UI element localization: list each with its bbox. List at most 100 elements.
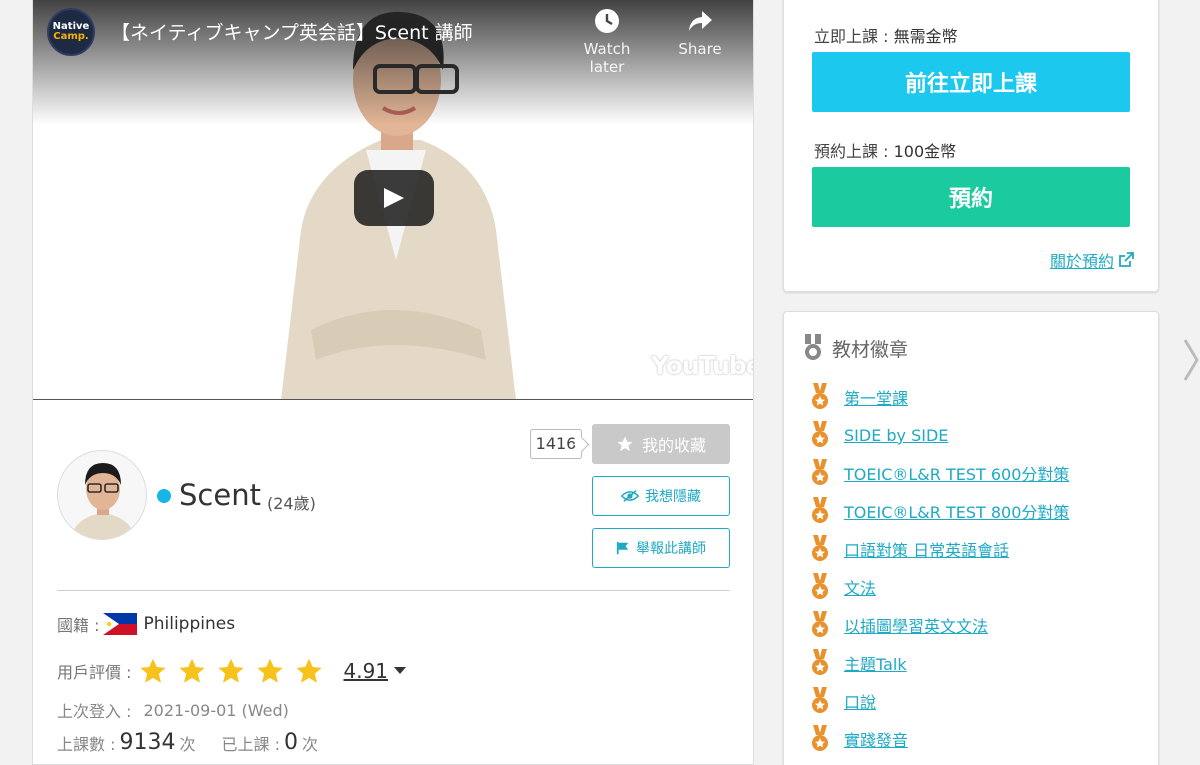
external-link-icon bbox=[1119, 252, 1134, 267]
reserve-button[interactable]: 預約 bbox=[812, 167, 1130, 227]
list-item: 口語對策 日常英語會話 bbox=[810, 530, 1069, 568]
badge-medal-icon bbox=[812, 649, 828, 675]
star-icon bbox=[179, 658, 206, 683]
report-teacher-button[interactable]: 舉報此講師 bbox=[592, 528, 730, 568]
list-item: 口說 bbox=[810, 682, 1069, 720]
lessons-label: 上課數 : bbox=[57, 734, 116, 754]
badge-medal-icon bbox=[812, 611, 828, 637]
nationality-label: 國籍 : bbox=[57, 616, 100, 635]
channel-logo[interactable]: Native Camp. bbox=[47, 8, 95, 56]
badge-medal-icon bbox=[812, 573, 828, 599]
online-status-indicator bbox=[157, 489, 171, 503]
rating-stars bbox=[139, 657, 323, 685]
list-item: SIDE by SIDE bbox=[810, 416, 1069, 454]
badge-link[interactable]: 以插圖學習英文文法 bbox=[844, 613, 988, 637]
list-item: 文法 bbox=[810, 568, 1069, 606]
taken-unit: 次 bbox=[301, 734, 318, 754]
favorite-button[interactable]: 我的收藏 bbox=[592, 424, 730, 464]
material-badges-card: 教材徽章 第一堂課 SIDE by SIDE TOEIC®L&R TEST 60… bbox=[783, 311, 1159, 765]
list-item: 主題Talk bbox=[810, 644, 1069, 682]
reserve-lesson-price: 預約上課 : 100金幣 bbox=[814, 138, 956, 162]
teacher-profile-panel: Native Camp. 【ネイティブキャンプ英会話】Scent 講師 Watc… bbox=[32, 0, 754, 765]
watch-later-button[interactable]: Watch later bbox=[572, 8, 642, 76]
last-login-row: 上次登入 : 2021-09-01 (Wed) bbox=[57, 698, 289, 722]
share-arrow-icon bbox=[689, 11, 712, 31]
lessons-unit: 次 bbox=[179, 734, 196, 754]
last-login-label: 上次登入 : bbox=[57, 702, 132, 721]
badge-medal-icon bbox=[812, 459, 828, 485]
rating-row: 用戶評價 : 4.91 bbox=[57, 657, 407, 685]
youtube-watermark[interactable]: YouTube bbox=[607, 350, 753, 380]
youtube-wordmark: YouTube bbox=[651, 350, 753, 380]
caret-down-icon[interactable] bbox=[394, 667, 407, 675]
badge-medal-icon bbox=[812, 383, 828, 409]
badge-link[interactable]: TOEIC®L&R TEST 800分對策 bbox=[844, 499, 1069, 523]
watch-later-label: Watch later bbox=[583, 40, 631, 76]
list-item: 實踐發音 bbox=[810, 720, 1069, 758]
profile-section: 1416 我的收藏 我想隱藏 舉報此講師 Scent (24歲) 國籍: Ph… bbox=[33, 400, 753, 764]
youtube-play-icon bbox=[607, 350, 647, 380]
lesson-count-row: 上課數 : 9134 次 已上課 : 0 次 bbox=[57, 730, 318, 755]
star-icon bbox=[617, 436, 633, 452]
instant-lesson-button[interactable]: 前往立即上課 bbox=[812, 52, 1130, 112]
badge-link[interactable]: 實踐發音 bbox=[844, 727, 908, 751]
badge-link[interactable]: 文法 bbox=[844, 575, 876, 599]
taken-label: 已上課 : bbox=[221, 734, 280, 754]
badge-link[interactable]: SIDE by SIDE bbox=[844, 426, 948, 445]
list-item: TOEIC®L&R TEST 800分對策 bbox=[810, 492, 1069, 530]
badge-medal-icon bbox=[812, 421, 828, 447]
star-icon bbox=[296, 658, 323, 683]
flag-icon bbox=[616, 541, 629, 555]
badge-link[interactable]: 口語對策 日常英語會話 bbox=[844, 537, 1009, 561]
list-item: 以插圖學習英文文法 bbox=[810, 606, 1069, 644]
clock-icon bbox=[595, 9, 619, 33]
reserve-lesson-cost: 100金幣 bbox=[893, 142, 957, 161]
rating-score-link[interactable]: 4.91 bbox=[343, 659, 388, 683]
share-label: Share bbox=[678, 40, 722, 58]
about-reservation-label: 關於預約 bbox=[1049, 252, 1114, 271]
badge-list: 第一堂課 SIDE by SIDE TOEIC®L&R TEST 600分對策 … bbox=[810, 378, 1069, 758]
chevron-right-icon[interactable] bbox=[1183, 338, 1199, 382]
badge-link[interactable]: 第一堂課 bbox=[844, 385, 908, 409]
reserve-lesson-label: 預約上課 : bbox=[814, 142, 889, 161]
star-icon bbox=[218, 658, 245, 683]
star-icon bbox=[257, 658, 284, 683]
video-player[interactable]: Native Camp. 【ネイティブキャンプ英会話】Scent 講師 Watc… bbox=[33, 0, 753, 400]
star-icon bbox=[140, 658, 167, 683]
favorite-button-label: 我的收藏 bbox=[641, 436, 706, 455]
badge-link[interactable]: 口說 bbox=[844, 689, 876, 713]
rating-label: 用戶評價 : bbox=[57, 663, 132, 682]
philippines-flag-icon bbox=[103, 613, 138, 635]
report-teacher-label: 舉報此講師 bbox=[636, 541, 706, 557]
booking-card: 立即上課 : 無需金幣 前往立即上課 預約上課 : 100金幣 預約 關於預約 bbox=[783, 0, 1159, 292]
section-divider bbox=[57, 590, 730, 591]
badges-heading: 教材徽章 bbox=[802, 334, 908, 362]
avatar-portrait bbox=[70, 463, 136, 539]
badge-link[interactable]: 主題Talk bbox=[844, 651, 907, 675]
about-reservation-link[interactable]: 關於預約 bbox=[1050, 248, 1134, 272]
play-icon bbox=[384, 188, 404, 208]
badge-link[interactable]: TOEIC®L&R TEST 600分對策 bbox=[844, 461, 1069, 485]
badge-medal-icon bbox=[812, 725, 828, 751]
list-item: TOEIC®L&R TEST 600分對策 bbox=[810, 454, 1069, 492]
video-title[interactable]: 【ネイティブキャンプ英会話】Scent 講師 bbox=[111, 18, 473, 45]
teacher-avatar[interactable] bbox=[57, 450, 147, 540]
instant-lesson-label: 立即上課 : bbox=[814, 27, 889, 46]
nationality-value: Philippines bbox=[143, 614, 236, 634]
taken-value: 0 bbox=[283, 730, 298, 755]
medal-icon bbox=[805, 334, 821, 360]
list-item: 第一堂課 bbox=[810, 378, 1069, 416]
eye-slash-icon bbox=[621, 490, 639, 502]
share-button[interactable]: Share bbox=[665, 8, 735, 58]
hide-teacher-button[interactable]: 我想隱藏 bbox=[592, 476, 730, 516]
last-login-value: 2021-09-01 (Wed) bbox=[143, 700, 289, 720]
badge-medal-icon bbox=[812, 687, 828, 713]
badge-medal-icon bbox=[812, 535, 828, 561]
instant-lesson-price: 立即上課 : 無需金幣 bbox=[814, 23, 958, 47]
play-button[interactable] bbox=[354, 170, 434, 226]
badge-medal-icon bbox=[812, 497, 828, 523]
favorite-count: 1416 bbox=[530, 429, 582, 459]
instant-lesson-cost: 無需金幣 bbox=[893, 27, 958, 46]
teacher-name: Scent bbox=[179, 478, 261, 512]
badges-title: 教材徽章 bbox=[832, 338, 909, 361]
